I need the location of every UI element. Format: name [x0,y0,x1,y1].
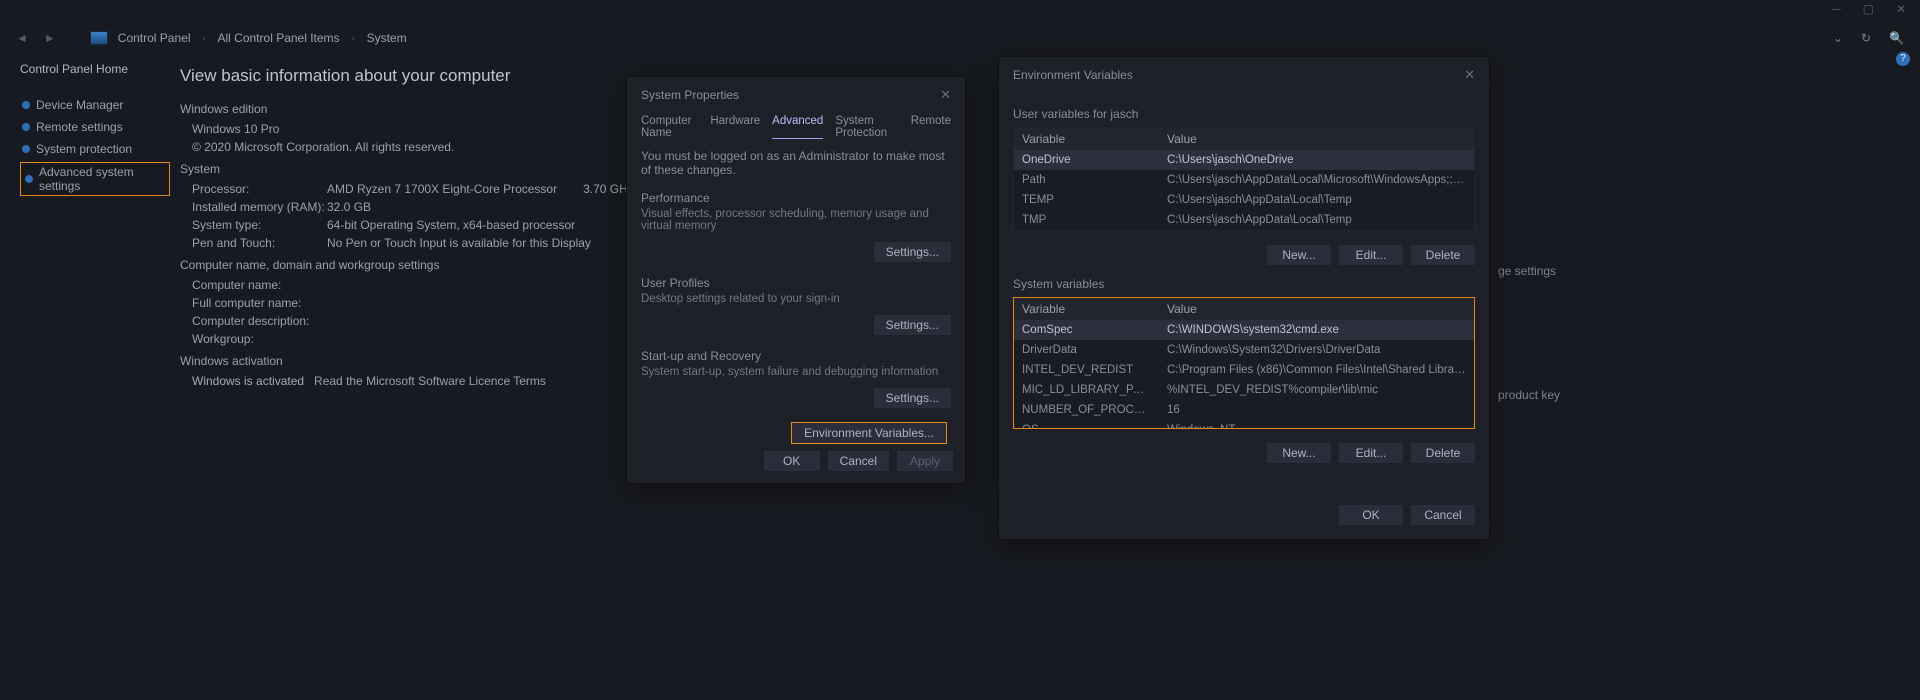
full-computer-name-label: Full computer name: [192,296,327,310]
forward-icon[interactable]: ► [44,31,56,45]
table-row[interactable]: PathC:\Users\jasch\AppData\Local\Microso… [1014,170,1474,190]
user-new-button[interactable]: New... [1267,245,1331,265]
user-delete-button[interactable]: Delete [1411,245,1475,265]
tab-hardware[interactable]: Hardware [710,115,760,139]
dialog-title: Environment Variables [1013,68,1133,82]
user-profiles-title: User Profiles [641,276,951,290]
minimize-icon[interactable]: ─ [1832,2,1841,16]
system-edit-button[interactable]: Edit... [1339,443,1403,463]
breadcrumb-all-items[interactable]: All Control Panel Items [218,31,340,45]
close-icon[interactable]: ✕ [1464,67,1475,83]
licence-terms-link[interactable]: Read the Microsoft Software Licence Term… [314,374,546,388]
bullet-icon [22,123,30,131]
search-icon[interactable]: 🔍 [1889,31,1904,45]
refresh-icon[interactable]: ↻ [1861,31,1871,45]
close-icon[interactable]: ✕ [940,87,951,103]
tab-computer-name[interactable]: Computer Name [641,115,698,139]
close-icon[interactable]: ✕ [1896,2,1906,16]
performance-title: Performance [641,191,951,205]
bullet-icon [22,101,30,109]
system-type-label: System type: [192,218,327,232]
table-row[interactable]: OSWindows_NT [1014,420,1474,429]
breadcrumb-control-panel[interactable]: Control Panel [118,31,191,45]
cancel-button[interactable]: Cancel [1411,505,1475,525]
processor-value: AMD Ryzen 7 1700X Eight-Core Processor [327,182,557,196]
ram-label: Installed memory (RAM): [192,200,327,214]
startup-recovery-desc: System start-up, system failure and debu… [641,366,951,378]
user-variables-label: User variables for jasch [1013,107,1475,121]
system-properties-tabs: Computer Name Hardware Advanced System P… [627,109,965,143]
table-row[interactable]: MIC_LD_LIBRARY_PATH%INTEL_DEV_REDIST%com… [1014,380,1474,400]
system-variables-label: System variables [1013,277,1475,291]
environment-variables-dialog: Environment Variables ✕ User variables f… [998,56,1490,540]
bullet-icon [22,145,30,153]
table-row[interactable]: TEMPC:\Users\jasch\AppData\Local\Temp [1014,190,1474,210]
processor-label: Processor: [192,182,327,196]
system-delete-button[interactable]: Delete [1411,443,1475,463]
sidebar-item-system-protection[interactable]: System protection [20,138,170,160]
chevron-right-icon: › [199,33,210,43]
computer-icon [90,31,108,45]
system-variables-table[interactable]: VariableValue ComSpecC:\WINDOWS\system32… [1013,297,1475,429]
col-variable: Variable [1014,298,1159,320]
tab-advanced[interactable]: Advanced [772,115,823,139]
environment-variables-button[interactable]: Environment Variables... [791,422,947,444]
apply-button[interactable]: Apply [897,451,953,471]
obscured-text: ge settings product key [1498,264,1618,402]
table-row[interactable]: INTEL_DEV_REDISTC:\Program Files (x86)\C… [1014,360,1474,380]
table-row[interactable]: DriverDataC:\Windows\System32\Drivers\Dr… [1014,340,1474,360]
sidebar: Control Panel Home Device Manager Remote… [20,62,170,196]
col-value: Value [1159,128,1474,150]
workgroup-label: Workgroup: [192,332,327,346]
tab-system-protection[interactable]: System Protection [835,115,898,139]
window-titlebar: ─ ▢ ✕ [0,0,1920,18]
chevron-down-icon[interactable]: ⌄ [1833,31,1843,45]
admin-note: You must be logged on as an Administrato… [641,149,951,177]
user-profiles-desc: Desktop settings related to your sign-in [641,293,951,305]
system-properties-dialog: System Properties ✕ Computer Name Hardwa… [626,76,966,484]
computer-name-label: Computer name: [192,278,327,292]
user-edit-button[interactable]: Edit... [1339,245,1403,265]
table-row[interactable]: NUMBER_OF_PROCESSORS16 [1014,400,1474,420]
system-new-button[interactable]: New... [1267,443,1331,463]
pen-touch-label: Pen and Touch: [192,236,327,250]
ram-value: 32.0 GB [327,200,371,214]
user-profiles-settings-button[interactable]: Settings... [874,315,951,335]
dialog-title: System Properties [641,88,739,102]
explorer-nav: ◄ ► Control Panel › All Control Panel It… [16,26,1904,50]
ok-button[interactable]: OK [1339,505,1403,525]
chevron-right-icon: › [348,33,359,43]
sidebar-item-device-manager[interactable]: Device Manager [20,94,170,116]
table-row[interactable]: OneDriveC:\Users\jasch\OneDrive [1014,150,1474,170]
ok-button[interactable]: OK [764,451,820,471]
help-icon[interactable]: ? [1896,52,1910,66]
user-variables-table[interactable]: VariableValue OneDriveC:\Users\jasch\One… [1013,127,1475,231]
cancel-button[interactable]: Cancel [828,451,889,471]
sidebar-item-remote-settings[interactable]: Remote settings [20,116,170,138]
activation-status: Windows is activated [192,374,304,388]
tab-remote[interactable]: Remote [911,115,951,139]
sidebar-title: Control Panel Home [20,62,170,76]
col-value: Value [1159,298,1474,320]
breadcrumb-system[interactable]: System [367,31,407,45]
performance-desc: Visual effects, processor scheduling, me… [641,208,951,232]
back-icon[interactable]: ◄ [16,31,28,45]
startup-recovery-title: Start-up and Recovery [641,349,951,363]
startup-recovery-settings-button[interactable]: Settings... [874,388,951,408]
table-row[interactable]: ComSpecC:\WINDOWS\system32\cmd.exe [1014,320,1474,340]
sidebar-item-advanced-system-settings[interactable]: Advanced system settings [20,162,170,196]
system-type-value: 64-bit Operating System, x64-based proce… [327,218,575,232]
table-row[interactable]: TMPC:\Users\jasch\AppData\Local\Temp [1014,210,1474,230]
maximize-icon[interactable]: ▢ [1863,2,1874,16]
pen-touch-value: No Pen or Touch Input is available for t… [327,236,591,250]
breadcrumb[interactable]: Control Panel › All Control Panel Items … [118,31,407,45]
col-variable: Variable [1014,128,1159,150]
performance-settings-button[interactable]: Settings... [874,242,951,262]
computer-description-label: Computer description: [192,314,327,328]
bullet-icon [25,175,33,183]
